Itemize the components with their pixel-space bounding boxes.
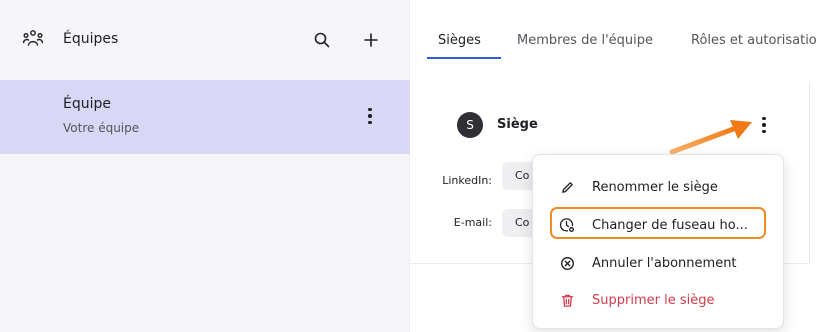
cancel-circle-icon xyxy=(559,255,575,271)
seat-more-icon[interactable] xyxy=(758,113,770,137)
linkedin-label: LinkedIn: xyxy=(442,174,492,187)
sidebar-title: Équipes xyxy=(63,31,119,47)
sidebar-header: Équipes xyxy=(0,0,410,78)
menu-item-rename[interactable]: Renommer le siège xyxy=(533,171,785,203)
menu-item-delete-seat[interactable]: Supprimer le siège xyxy=(533,284,785,316)
email-label: E-mail: xyxy=(453,216,492,229)
team-icon xyxy=(22,28,44,50)
team-subtitle: Votre équipe xyxy=(63,121,140,135)
tab-roles-permissions[interactable]: Rôles et autorisatio xyxy=(691,33,817,48)
seat-context-menu: Renommer le siège Changer de fuseau ho..… xyxy=(532,154,784,329)
seat-title: Siège xyxy=(497,117,538,132)
plus-icon xyxy=(364,33,378,47)
tab-team-members[interactable]: Membres de l'équipe xyxy=(517,33,653,48)
menu-label-cancel-subscription: Annuler l'abonnement xyxy=(592,255,737,271)
active-tab-indicator xyxy=(427,57,501,59)
search-icon xyxy=(314,32,330,48)
trash-icon xyxy=(559,292,575,308)
annotation-arrow xyxy=(669,120,752,155)
highlight-box xyxy=(550,207,766,239)
add-team-button[interactable] xyxy=(360,29,382,51)
pencil-icon xyxy=(559,179,575,195)
avatar: S xyxy=(457,112,483,138)
sidebar: Équipes Équipe Votre équipe xyxy=(0,0,410,332)
menu-item-cancel-subscription[interactable]: Annuler l'abonnement xyxy=(533,247,785,279)
team-list-item[interactable]: Équipe Votre équipe xyxy=(0,80,410,154)
search-button[interactable] xyxy=(311,29,333,51)
menu-label-rename: Renommer le siège xyxy=(592,179,718,195)
team-name: Équipe xyxy=(63,96,111,112)
team-more-icon[interactable] xyxy=(362,104,378,128)
tab-bar: Sièges Membres de l'équipe Rôles et auto… xyxy=(410,0,832,78)
menu-label-delete-seat: Supprimer le siège xyxy=(592,292,715,308)
tab-seats[interactable]: Sièges xyxy=(438,33,481,48)
